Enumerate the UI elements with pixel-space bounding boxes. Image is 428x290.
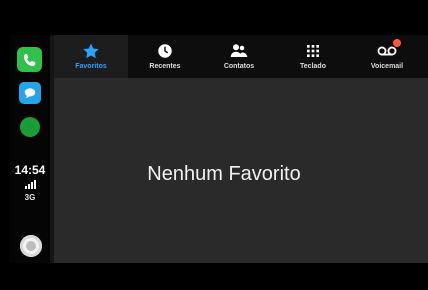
tab-label: Voicemail — [370, 63, 404, 70]
home-button[interactable] — [20, 235, 42, 257]
network-type: 3G — [24, 193, 36, 202]
carplay-sidebar: 14:54 3G — [10, 35, 50, 263]
phone-app-icon[interactable] — [17, 47, 42, 72]
voicemail-badge — [393, 39, 401, 47]
music-app-icon[interactable] — [20, 117, 40, 137]
contacts-icon — [229, 41, 249, 61]
clock-icon — [155, 41, 175, 61]
status-time: 14:54 — [14, 163, 46, 177]
favorites-content: Nenhum Favorito — [54, 78, 428, 263]
phone-icon — [23, 53, 35, 66]
empty-state-message: Nenhum Favorito — [147, 163, 301, 185]
keypad-icon — [303, 41, 323, 61]
tab-label: Contatos — [223, 63, 255, 70]
messages-app-icon[interactable] — [19, 82, 41, 104]
tab-recentes[interactable]: Recentes — [128, 35, 202, 78]
tab-label: Recentes — [149, 63, 181, 70]
music-icon — [26, 123, 34, 131]
tab-favoritos[interactable]: Favoritos — [54, 35, 128, 78]
messages-icon — [24, 88, 36, 99]
signal-strength-icon — [25, 180, 36, 189]
tab-voicemail[interactable]: Voicemail — [350, 35, 424, 78]
tab-label: Favoritos — [75, 63, 107, 70]
tab-contatos[interactable]: Contatos — [202, 35, 276, 78]
tab-bar: Favoritos Recentes Contatos Teclado Voic… — [54, 35, 428, 78]
carplay-screen: 14:54 3G Favoritos Recentes Contatos Tec… — [10, 35, 428, 263]
star-icon — [81, 41, 101, 61]
tab-label: Teclado — [300, 63, 326, 70]
tab-teclado[interactable]: Teclado — [276, 35, 350, 78]
voicemail-icon — [377, 39, 401, 61]
